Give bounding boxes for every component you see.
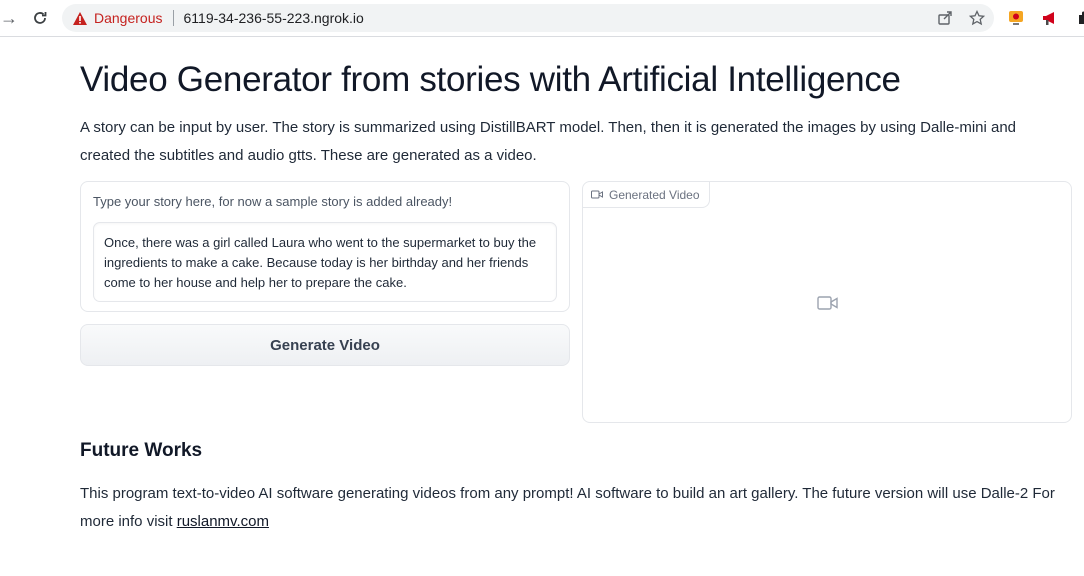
puzzle-icon[interactable] — [1074, 8, 1084, 28]
page-title: Video Generator from stories with Artifi… — [80, 60, 901, 99]
story-input-panel: Type your story here, for now a sample s… — [80, 181, 570, 312]
generated-video-label-tab: Generated Video — [583, 182, 710, 208]
star-icon[interactable] — [968, 9, 986, 27]
story-input-label: Type your story here, for now a sample s… — [93, 194, 453, 209]
address-bar[interactable]: Dangerous 6119-34-236-55-223.ngrok.io — [62, 4, 994, 32]
generate-video-button[interactable]: Generate Video — [80, 324, 570, 366]
video-camera-icon — [817, 295, 839, 311]
extension-megaphone-icon[interactable] — [1040, 8, 1060, 28]
warning-triangle-icon[interactable] — [72, 10, 88, 26]
future-works-text: This program text-to-video AI software g… — [80, 480, 1080, 536]
future-works-heading: Future Works — [80, 440, 203, 461]
forward-arrow-icon[interactable]: → — [0, 8, 18, 28]
browser-toolbar: → Dangerous 6119-34-236-55-223.ngrok.io — [0, 0, 1084, 37]
extension-record-icon[interactable] — [1006, 8, 1026, 28]
url-text[interactable]: 6119-34-236-55-223.ngrok.io — [184, 10, 364, 26]
generated-video-panel: Generated Video — [582, 181, 1072, 423]
security-status[interactable]: Dangerous — [94, 10, 163, 26]
reload-icon[interactable] — [28, 6, 52, 30]
page-description: A story can be input by user. The story … — [80, 119, 1017, 164]
video-camera-icon — [591, 188, 603, 202]
story-textarea[interactable]: Once, there was a girl called Laura who … — [93, 222, 557, 302]
share-icon[interactable] — [936, 9, 954, 27]
ruslanmv-link[interactable]: ruslanmv.com — [177, 513, 269, 530]
separator — [172, 10, 174, 26]
generated-video-label: Generated Video — [609, 187, 700, 202]
